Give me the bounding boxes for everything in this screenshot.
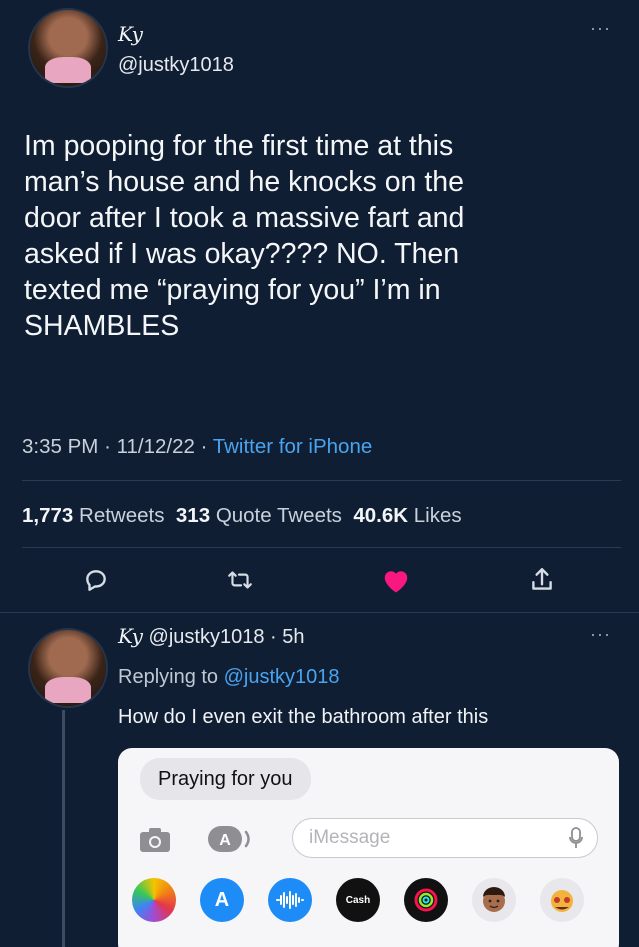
- quotes-stat[interactable]: 313 Quote Tweets: [176, 504, 342, 527]
- action-bar: [0, 560, 639, 600]
- separator: ·: [200, 435, 208, 458]
- like-button[interactable]: [376, 560, 416, 600]
- retweets-stat[interactable]: 1,773 Retweets: [22, 504, 164, 527]
- heart-icon: [384, 571, 408, 593]
- message-bubble: Praying for you: [140, 758, 311, 800]
- likes-count: 40.6K: [353, 504, 409, 527]
- divider: [22, 480, 621, 481]
- quotes-count: 313: [175, 504, 211, 527]
- tweet-text-line: asked if I was okay???? NO. Then: [24, 238, 460, 270]
- replying-prefix: Replying to: [118, 666, 219, 688]
- retweets-label: Retweets: [79, 504, 165, 527]
- memoji-icon: [472, 878, 516, 922]
- cash-label: Cash: [345, 894, 371, 906]
- share-button[interactable]: [522, 560, 562, 600]
- tweet-time[interactable]: 3:35 PM: [22, 435, 98, 458]
- likes-stat[interactable]: 40.6K Likes: [353, 504, 461, 527]
- quotes-label: Quote Tweets: [215, 504, 342, 527]
- separator: ·: [270, 626, 277, 648]
- replying-to-link[interactable]: @justky1018: [224, 666, 340, 688]
- handle[interactable]: @justky1018: [118, 54, 234, 77]
- photos-icon: [132, 878, 176, 922]
- microphone-icon: [569, 827, 583, 848]
- display-name[interactable]: Ky: [118, 624, 143, 648]
- tweet-text-line: SHAMBLES: [24, 310, 180, 342]
- likes-label: Likes: [413, 504, 462, 527]
- svg-text:A: A: [219, 832, 231, 849]
- divider: [22, 547, 621, 548]
- handle[interactable]: @justky1018: [149, 626, 265, 648]
- reply-tweet: Ky @justky1018 · 5h ··· Replying to @jus…: [0, 610, 639, 947]
- tweet-date[interactable]: 11/12/22: [117, 435, 195, 458]
- tweet-meta: 3:35 PM · 11/12/22 · Twitter for iPhone: [22, 435, 372, 459]
- tweet-text: Im pooping for the first time at this ma…: [24, 128, 624, 344]
- app-store-icon: A: [200, 878, 244, 922]
- tweet-stats: 1,773 Retweets 313 Quote Tweets 40.6K Li…: [22, 504, 462, 528]
- tweet-client[interactable]: Twitter for iPhone: [213, 435, 373, 458]
- separator: ·: [104, 435, 111, 458]
- display-name[interactable]: Ky: [118, 22, 143, 46]
- camera-icon: [140, 828, 170, 852]
- audio-icon: [268, 878, 312, 922]
- app-store-button-icon: A: [208, 826, 250, 852]
- reply-age: 5h: [282, 626, 305, 648]
- avatar[interactable]: [28, 628, 108, 708]
- retweet-icon: [228, 571, 252, 589]
- imessage-screenshot: Praying for you A iMessage A Cash: [118, 748, 619, 947]
- tweet-text-line: texted me “praying for you” I’m in: [24, 274, 441, 306]
- replying-to: Replying to @justky1018: [118, 666, 340, 689]
- more-dots-icon[interactable]: ···: [590, 624, 611, 645]
- tweet-text-line: door after I took a massive fart and: [24, 202, 465, 234]
- fitness-icon: [404, 878, 448, 922]
- reply-button[interactable]: [76, 560, 116, 600]
- reply-icon: [86, 570, 106, 591]
- imessage-placeholder: iMessage: [309, 827, 391, 848]
- thread-line: [62, 710, 65, 947]
- tweet-text-line: Im pooping for the first time at this: [24, 130, 454, 162]
- tweet-text-line: man’s house and he knocks on the: [24, 166, 464, 198]
- cash-icon: Cash: [336, 878, 380, 922]
- reply-text: How do I even exit the bathroom after th…: [118, 706, 489, 728]
- memoji-2-icon: [540, 878, 584, 922]
- imessage-input: iMessage: [292, 818, 598, 858]
- reply-header: Ky @justky1018 · 5h: [118, 624, 305, 649]
- more-dots-icon[interactable]: ···: [590, 18, 611, 39]
- retweet-button[interactable]: [220, 560, 260, 600]
- imessage-app-drawer: A Cash: [132, 878, 612, 924]
- avatar[interactable]: [28, 8, 108, 88]
- retweets-count: 1,773: [22, 504, 74, 527]
- share-icon: [532, 568, 552, 590]
